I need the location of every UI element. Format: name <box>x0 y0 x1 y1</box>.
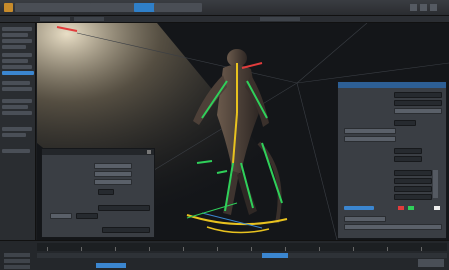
color-swatch-green[interactable] <box>408 206 414 210</box>
left-panel-item[interactable] <box>2 149 30 153</box>
color-swatch-white[interactable] <box>434 206 440 210</box>
property-toggle[interactable] <box>344 206 374 210</box>
property-field[interactable] <box>394 100 442 106</box>
top-menu-bar <box>0 0 449 16</box>
left-panel-item[interactable] <box>2 39 32 43</box>
property-field[interactable] <box>394 148 422 154</box>
app-logo-icon <box>4 3 13 12</box>
property-button[interactable] <box>394 108 442 114</box>
maximize-icon[interactable] <box>420 4 427 11</box>
close-icon[interactable] <box>147 150 151 154</box>
property-field[interactable] <box>394 156 422 162</box>
panel-value-field[interactable] <box>76 213 98 219</box>
property-button[interactable] <box>344 136 396 142</box>
right-panel-title <box>338 82 446 88</box>
3d-viewport[interactable] <box>37 23 449 240</box>
toolbar-button[interactable] <box>74 17 104 21</box>
left-panel-item[interactable] <box>2 59 28 63</box>
toolbar-button[interactable] <box>260 17 300 21</box>
help-icon[interactable] <box>430 4 437 11</box>
left-panel-item[interactable] <box>2 53 32 57</box>
minimize-icon[interactable] <box>410 4 417 11</box>
left-panel-item[interactable] <box>2 45 26 49</box>
playback-button[interactable] <box>96 263 126 268</box>
panel-option-button[interactable] <box>94 163 132 169</box>
toolbar-button[interactable] <box>40 17 70 21</box>
left-panel-item[interactable] <box>2 111 32 115</box>
property-button[interactable] <box>344 128 396 134</box>
secondary-toolbar <box>0 16 449 23</box>
property-field[interactable] <box>394 186 432 192</box>
property-field[interactable] <box>394 120 416 126</box>
left-tool-panel <box>0 23 36 240</box>
timeline-control[interactable] <box>4 259 30 263</box>
right-properties-panel <box>337 81 447 239</box>
frame-field[interactable] <box>418 259 444 267</box>
property-field[interactable] <box>394 170 432 176</box>
timeline-ruler[interactable] <box>37 243 447 251</box>
left-panel-item[interactable] <box>2 33 28 37</box>
key-button[interactable] <box>262 253 288 258</box>
timeline-control[interactable] <box>4 265 30 269</box>
left-panel-item[interactable] <box>2 133 26 137</box>
timeline-track[interactable] <box>37 253 447 258</box>
left-panel-item-selected[interactable] <box>2 71 34 75</box>
panel-value-field[interactable] <box>98 189 114 195</box>
timeline-control[interactable] <box>4 253 30 257</box>
floating-properties-panel <box>41 148 155 238</box>
panel-option-button[interactable] <box>94 179 132 185</box>
property-button[interactable] <box>344 216 386 222</box>
property-button[interactable] <box>344 224 442 230</box>
stepper-icon[interactable] <box>433 170 438 198</box>
left-panel-item[interactable] <box>2 99 32 103</box>
property-field[interactable] <box>394 194 432 200</box>
panel-dropdown[interactable] <box>98 205 150 211</box>
color-swatch-red[interactable] <box>398 206 404 210</box>
panel-footer-dropdown[interactable] <box>102 227 150 233</box>
left-panel-item[interactable] <box>2 127 32 131</box>
panel-option-button[interactable] <box>94 171 132 177</box>
left-panel-item[interactable] <box>2 105 28 109</box>
menu-tab-4[interactable] <box>69 3 91 12</box>
property-field[interactable] <box>394 178 432 184</box>
left-panel-item[interactable] <box>2 27 32 31</box>
left-panel-item[interactable] <box>2 87 32 91</box>
panel-small-button[interactable] <box>50 213 72 219</box>
timeline <box>0 240 449 270</box>
menu-tab-9[interactable] <box>174 3 202 12</box>
floating-panel-title <box>42 149 154 155</box>
property-field[interactable] <box>394 92 442 98</box>
left-panel-item[interactable] <box>2 65 32 69</box>
left-panel-item[interactable] <box>2 81 30 85</box>
